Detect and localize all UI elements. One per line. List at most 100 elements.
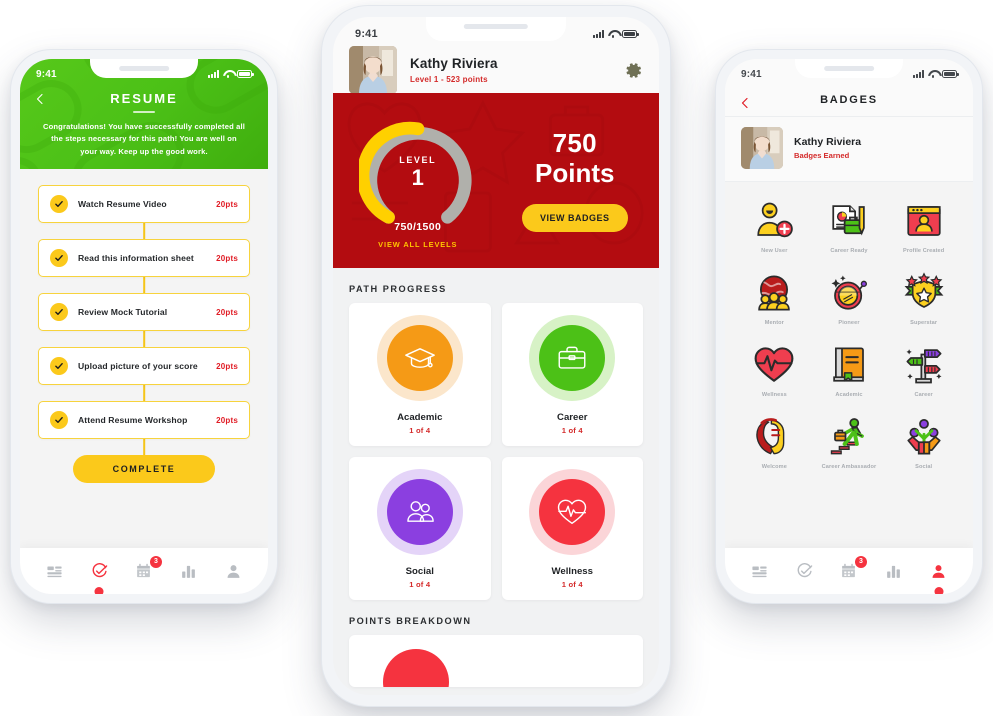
nav-item-calendar[interactable]: 3 <box>131 556 162 584</box>
view-all-levels-link[interactable]: VIEW ALL LEVELS <box>378 240 457 249</box>
gauge-level-label: LEVEL <box>399 154 437 165</box>
academic-badge-icon <box>827 343 871 387</box>
task-item[interactable]: Read this information sheet 20pts <box>38 239 250 277</box>
task-label: Watch Resume Video <box>78 199 167 209</box>
badge-item[interactable]: Career <box>886 338 961 406</box>
phone-center-dashboard: 9:41 Kathy Riviera Level 1 - 523 points … <box>322 6 670 706</box>
badge-item[interactable]: Welcome <box>737 410 812 478</box>
path-ring <box>529 314 616 401</box>
career-badge-icon <box>902 343 946 387</box>
heart-pulse-icon <box>558 499 587 524</box>
badge-item[interactable]: New User <box>737 194 812 262</box>
check-icon <box>50 411 68 429</box>
path-progress: 1 of 4 <box>409 579 431 589</box>
nav-item-bar-chart[interactable] <box>881 558 907 584</box>
back-chevron-icon[interactable] <box>34 92 46 105</box>
points-card: LEVEL 1 750/1500 VIEW ALL LEVELS 750 Poi… <box>333 93 659 268</box>
nav-badge-count: 3 <box>149 556 162 568</box>
welcome-trojan-badge-icon <box>752 415 796 459</box>
level-gauge-block: LEVEL 1 750/1500 VIEW ALL LEVELS <box>333 93 503 268</box>
back-chevron-icon[interactable] <box>739 96 751 109</box>
badge-item[interactable]: Mentor <box>737 266 812 334</box>
badge-label: Superstar <box>910 320 938 326</box>
badge-label: Career <box>914 392 933 398</box>
path-ring <box>529 468 616 555</box>
task-label: Attend Resume Workshop <box>78 415 188 425</box>
career-ambassador-badge-icon <box>827 415 871 459</box>
badge-label: Mentor <box>764 320 784 326</box>
badge-item[interactable]: Career Ready <box>812 194 887 262</box>
badge-item[interactable]: Wellness <box>737 338 812 406</box>
wifi-icon <box>223 70 233 78</box>
nav-item-dashboard[interactable] <box>746 558 772 584</box>
path-name: Career <box>557 411 588 423</box>
badges-user-name: Kathy Riviera <box>794 136 862 148</box>
nav-item-person[interactable] <box>926 558 952 594</box>
battery-icon <box>622 30 639 38</box>
nav-item-target-check[interactable] <box>791 558 817 584</box>
nav-item-target-check[interactable] <box>86 558 112 594</box>
speaker-grill <box>824 66 874 71</box>
badge-item[interactable]: Social <box>886 410 961 478</box>
path-ring <box>376 314 463 401</box>
view-badges-button[interactable]: VIEW BADGES <box>521 203 628 232</box>
nav-item-calendar[interactable]: 3 <box>836 556 867 584</box>
screenshot-stage: 9:41 RESUME Congratulations! You have su… <box>0 0 993 716</box>
bottom-nav-left: 3 <box>20 548 268 594</box>
points-number: 750 <box>552 128 597 159</box>
points-summary: 750 Points VIEW BADGES <box>503 128 659 232</box>
path-progress-grid: Academic 1 of 4 Career 1 of 4 Social 1 o… <box>333 303 659 600</box>
path-progress-title: PATH PROGRESS <box>349 284 447 294</box>
heart-pulse-icon-circle <box>539 478 606 545</box>
badges-user-meta: Kathy Riviera Badges Earned <box>794 136 861 160</box>
people-icon-circle <box>386 478 453 545</box>
badges-user-row: Kathy Riviera Badges Earned <box>725 117 973 182</box>
check-icon <box>50 357 68 375</box>
status-icons <box>208 70 254 78</box>
career-ready-badge-icon <box>827 199 871 243</box>
avatar <box>741 127 783 169</box>
profile-meta: Kathy Riviera Level 1 - 523 points <box>410 56 626 84</box>
task-item[interactable]: Attend Resume Workshop 20pts <box>38 401 250 439</box>
path-card-career[interactable]: Career 1 of 4 <box>501 303 643 446</box>
battery-icon <box>237 70 254 78</box>
path-progress: 1 of 4 <box>561 579 583 589</box>
task-points: 20pts <box>216 415 238 425</box>
avatar <box>349 46 397 94</box>
screen-resume: 9:41 RESUME Congratulations! You have su… <box>20 59 268 594</box>
path-name: Wellness <box>551 565 593 577</box>
complete-button[interactable]: COMPLETE <box>73 455 215 483</box>
badge-item[interactable]: Career Ambassador <box>812 410 887 478</box>
resume-description: Congratulations! You have successfully c… <box>42 122 246 156</box>
status-time: 9:41 <box>36 68 57 80</box>
nav-item-person[interactable] <box>221 558 247 584</box>
cellular-bars-icon <box>913 70 924 78</box>
breakdown-bubble <box>383 649 449 687</box>
screen-badges: 9:41 BADGES Kathy Riviera Badges Earned … <box>725 59 973 594</box>
level-gauge: LEVEL 1 <box>356 117 477 235</box>
path-card-academic[interactable]: Academic 1 of 4 <box>349 303 491 446</box>
task-item[interactable]: Review Mock Tutorial 20pts <box>38 293 250 331</box>
badge-item[interactable]: Pioneer <box>812 266 887 334</box>
phone-right-badges: 9:41 BADGES Kathy Riviera Badges Earned … <box>716 50 982 603</box>
badge-label: Career Ambassador <box>821 464 877 470</box>
mentor-badge-icon <box>752 271 796 315</box>
task-item[interactable]: Watch Resume Video 20pts <box>38 185 250 223</box>
badge-item[interactable]: Profile Created <box>886 194 961 262</box>
task-points: 20pts <box>216 253 238 263</box>
task-item[interactable]: Upload picture of your score 20pts <box>38 347 250 385</box>
nav-item-bar-chart[interactable] <box>176 558 202 584</box>
gauge-fraction: 750/1500 <box>394 220 442 233</box>
badge-item[interactable]: Academic <box>812 338 887 406</box>
badge-item[interactable]: Superstar <box>886 266 961 334</box>
check-icon <box>50 303 68 321</box>
wellness-badge-icon <box>752 343 796 387</box>
check-icon <box>50 249 68 267</box>
path-card-social[interactable]: Social 1 of 4 <box>349 457 491 600</box>
nav-item-dashboard[interactable] <box>41 558 67 584</box>
task-points: 20pts <box>216 361 238 371</box>
path-card-wellness[interactable]: Wellness 1 of 4 <box>501 457 643 600</box>
gear-icon[interactable] <box>626 62 643 79</box>
profile-created-badge-icon <box>902 199 946 243</box>
points-breakdown-card[interactable] <box>349 635 643 687</box>
